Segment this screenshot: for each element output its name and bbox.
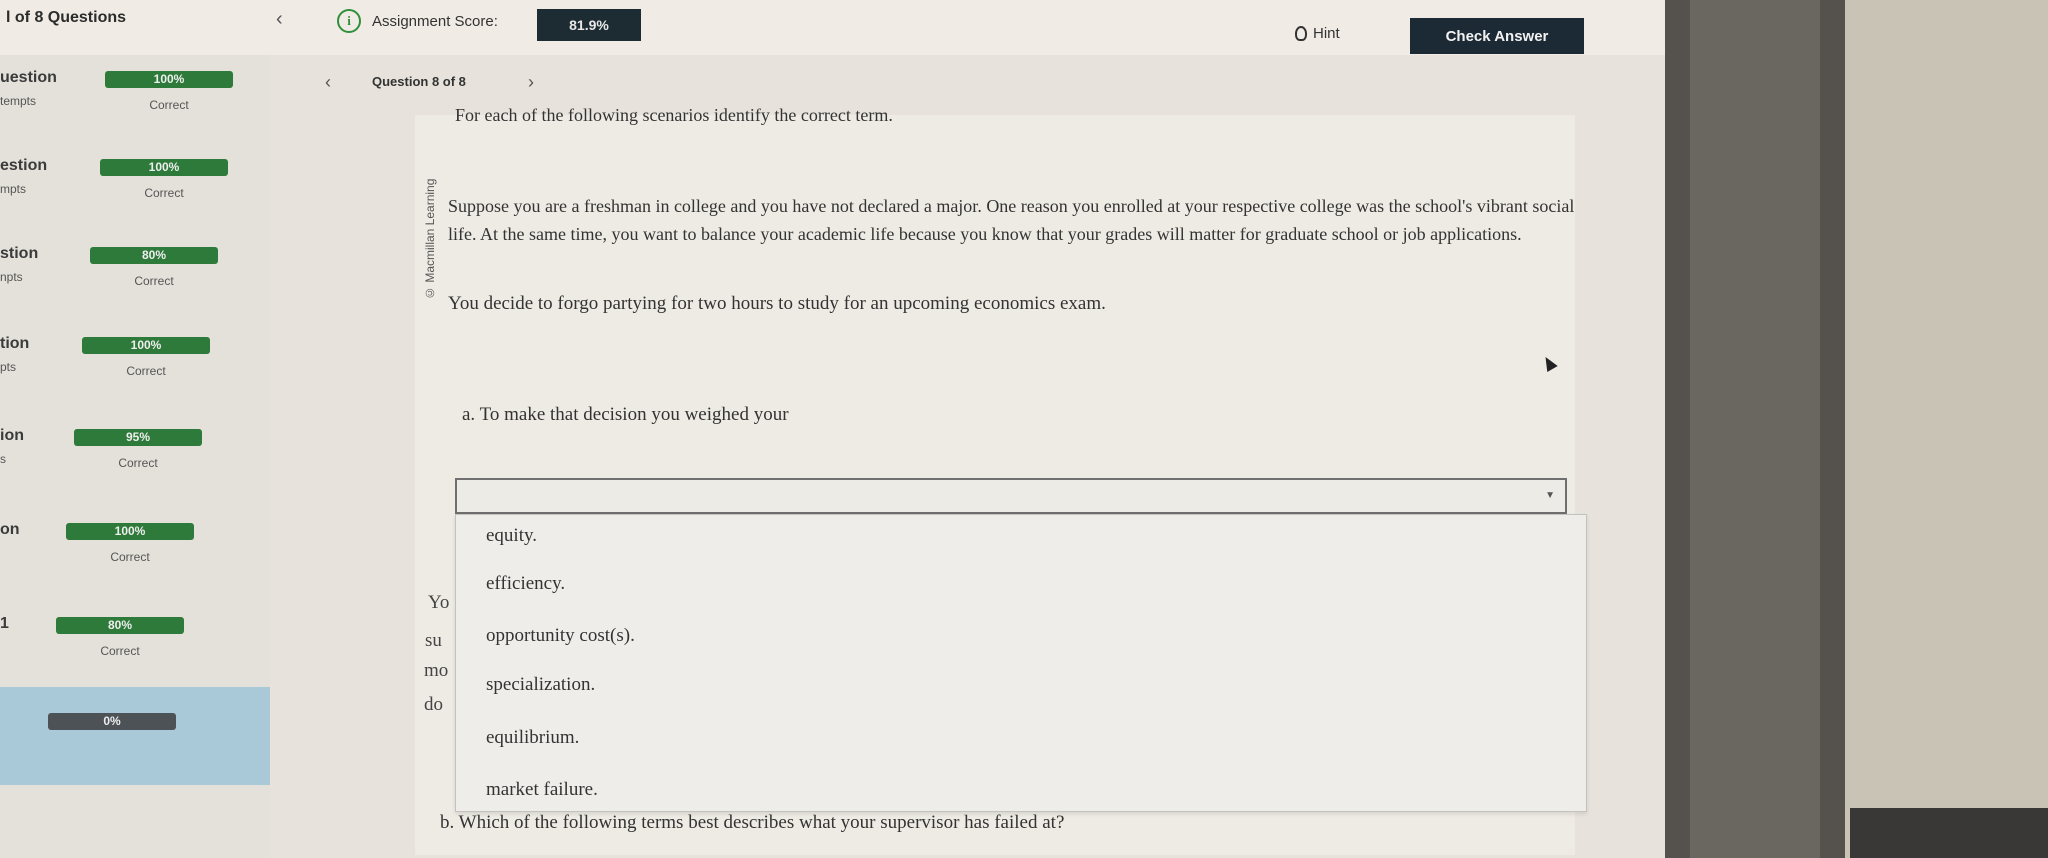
sidebar-item-label: 1 [0, 615, 9, 632]
previous-question-chevron-icon[interactable]: ‹ [325, 72, 331, 93]
dropdown-option-specialization[interactable]: specialization. [486, 674, 595, 696]
part-b-prompt: b. Which of the following terms best des… [440, 812, 1065, 833]
status-text: Correct [149, 98, 189, 112]
hint-label: Hint [1313, 25, 1340, 42]
chevron-down-icon[interactable]: ▼ [1545, 490, 1555, 501]
top-bar: l of 8 Questions ‹ i Assignment Score: 8… [0, 0, 1665, 56]
info-icon[interactable]: i [337, 9, 361, 33]
progress-bar: 80% [90, 247, 218, 264]
sidebar-item-question-8[interactable]: 0% [0, 687, 270, 785]
desk [1850, 808, 2048, 858]
hint-button[interactable]: Hint [1295, 25, 1340, 42]
progress-bar: 95% [74, 429, 202, 446]
sidebar-item-attempts: s [0, 452, 6, 466]
progress-bar: 100% [105, 71, 233, 88]
obscured-text-fragment: Yo [428, 592, 450, 613]
sidebar-item-label: uestion [0, 69, 57, 86]
check-answer-button[interactable]: Check Answer [1410, 18, 1584, 54]
sidebar-item-label: ion [0, 427, 24, 444]
sidebar-item-label: stion [0, 245, 39, 262]
lightbulb-icon [1295, 26, 1307, 41]
sidebar-item-attempts: tempts [0, 94, 37, 108]
dropdown-option-efficiency[interactable]: efficiency. [486, 573, 565, 595]
question-count: l of 8 Questions [6, 9, 127, 26]
status-text: Correct [134, 274, 174, 288]
progress-bar: 100% [66, 523, 194, 540]
sidebar-item-question-5[interactable]: ion s 95% Correct [0, 413, 270, 503]
progress-bar: 100% [82, 337, 210, 354]
assignment-score-badge: 81.9% [537, 9, 641, 41]
sidebar-item-question-7[interactable]: 1 80% Correct [0, 601, 270, 691]
dropdown-options-list: equity. efficiency. opportunity cost(s).… [455, 514, 1587, 812]
progress-bar: 100% [100, 159, 228, 176]
assignment-score-label: Assignment Score: [372, 13, 498, 30]
scenario-text: Suppose you are a freshman in college an… [448, 196, 1575, 244]
sidebar-item-question-4[interactable]: tion pts 100% Correct [0, 321, 270, 411]
progress-bar: 0% [48, 713, 176, 730]
progress-bar: 80% [56, 617, 184, 634]
status-text: Correct [100, 644, 140, 658]
sidebar-item-question-2[interactable]: estion mpts 100% Correct [0, 143, 270, 233]
dropdown-option-equilibrium[interactable]: equilibrium. [486, 727, 579, 749]
sidebar-item-label: estion [0, 157, 48, 174]
status-text: Correct [144, 186, 184, 200]
background-wall [1845, 0, 2048, 858]
collapse-sidebar-chevron-icon[interactable]: ‹ [276, 8, 283, 31]
question-label: Question 8 of 8 [372, 74, 466, 89]
status-text: Correct [118, 456, 158, 470]
sidebar-item-question-6[interactable]: on 100% Correct [0, 507, 270, 597]
decision-text: You decide to forgo partying for two hou… [448, 293, 1106, 314]
obscured-text-fragment: do [424, 694, 443, 715]
copyright-credit: © Macmillan Learning [423, 178, 437, 300]
question-sidebar: uestion tempts 100% Correct estion mpts … [0, 55, 270, 858]
term-select-dropdown[interactable]: ▼ [455, 478, 1567, 514]
status-text: Correct [110, 550, 150, 564]
dropdown-option-market-failure[interactable]: market failure. [486, 779, 598, 801]
dropdown-option-opportunity-cost[interactable]: opportunity cost(s). [486, 625, 635, 647]
sidebar-item-attempts: pts [0, 360, 17, 374]
obscured-text-fragment: su [425, 630, 442, 651]
next-question-chevron-icon[interactable]: › [528, 72, 534, 93]
sidebar-item-question-1[interactable]: uestion tempts 100% Correct [0, 55, 270, 145]
sidebar-item-label: tion [0, 335, 30, 352]
screen: l of 8 Questions ‹ i Assignment Score: 8… [0, 0, 1665, 858]
status-text: Correct [126, 364, 166, 378]
part-a-prompt: a. To make that decision you weighed you… [462, 404, 789, 425]
sidebar-item-attempts: mpts [0, 182, 27, 196]
monitor-edge [1690, 0, 1820, 858]
obscured-text-fragment: mo [424, 660, 449, 681]
sidebar-item-attempts: npts [0, 270, 23, 284]
question-instructions: For each of the following scenarios iden… [455, 105, 893, 125]
sidebar-item-question-3[interactable]: stion npts 80% Correct [0, 231, 270, 321]
dropdown-option-equity[interactable]: equity. [486, 525, 537, 547]
sidebar-item-label: on [0, 521, 20, 538]
